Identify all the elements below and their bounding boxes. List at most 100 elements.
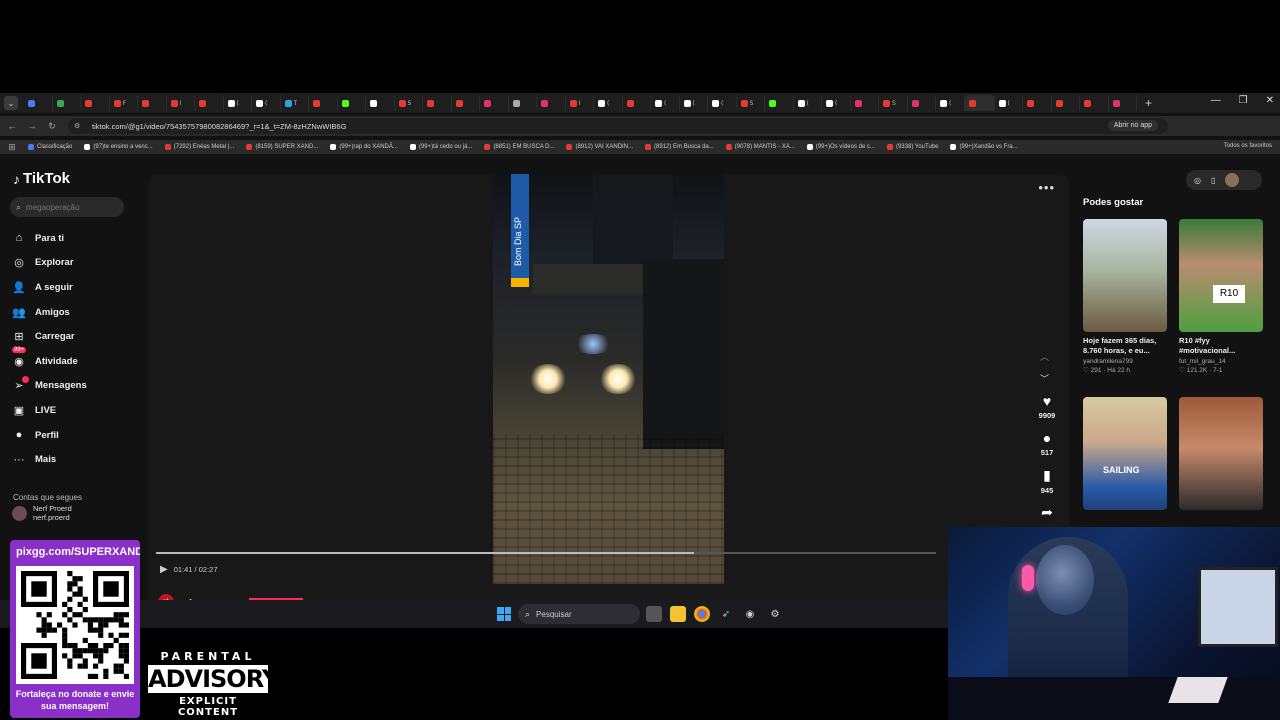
- browser-tab[interactable]: (: [794, 95, 822, 111]
- sidebar-item-carregar[interactable]: ⊞ Carregar: [12, 324, 87, 349]
- file-explorer-icon[interactable]: [670, 606, 686, 622]
- compass-small-icon[interactable]: ◎: [1194, 176, 1201, 185]
- comment-button[interactable]: ● 517: [1034, 430, 1060, 457]
- close-window-icon[interactable]: ✕: [1266, 95, 1274, 106]
- settings-icon[interactable]: ⚙: [767, 606, 783, 622]
- browser-tab[interactable]: T: [281, 95, 309, 111]
- bookmark-item[interactable]: (97)te ensino a venc...: [84, 144, 153, 150]
- chrome-icon[interactable]: [694, 606, 710, 622]
- browser-tab[interactable]: (: [936, 95, 965, 111]
- browser-tab[interactable]: [851, 95, 879, 111]
- sidebar-item-a-seguir[interactable]: 👤 A seguir: [12, 275, 87, 300]
- browser-tab[interactable]: [908, 95, 936, 111]
- browser-tab[interactable]: S: [395, 95, 423, 111]
- browser-tab[interactable]: (: [822, 95, 851, 111]
- browser-tab[interactable]: [1109, 95, 1137, 111]
- windows-start-icon[interactable]: [497, 607, 511, 621]
- previous-video-icon[interactable]: ︿: [1040, 350, 1049, 363]
- sidebar-item-atividade[interactable]: ◉ Atividade 99+: [12, 346, 87, 374]
- save-button[interactable]: ▮ 945: [1034, 467, 1060, 495]
- browser-tab[interactable]: [623, 95, 651, 111]
- browser-tab[interactable]: [480, 95, 509, 111]
- browser-tab[interactable]: [537, 95, 566, 111]
- browser-tab[interactable]: [366, 95, 395, 111]
- all-bookmarks-button[interactable]: Todos os favoritos: [1224, 143, 1272, 149]
- browser-tab[interactable]: (: [594, 95, 623, 111]
- search-input[interactable]: [26, 202, 115, 212]
- play-icon[interactable]: ▶: [160, 564, 168, 575]
- steam-icon[interactable]: ◉: [742, 606, 758, 622]
- browser-tab[interactable]: [1023, 95, 1052, 111]
- browser-tab[interactable]: (: [680, 95, 708, 111]
- browser-tab[interactable]: (: [651, 95, 680, 111]
- address-bar[interactable]: ⚙ tiktok.com/@g1/video/75435757980082864…: [68, 118, 1168, 134]
- browser-tab[interactable]: (: [995, 95, 1023, 111]
- next-video-icon[interactable]: ﹀: [1040, 372, 1049, 385]
- app-icon[interactable]: ➶: [718, 606, 734, 622]
- new-tab-button[interactable]: +: [1145, 96, 1152, 110]
- taskbar-search[interactable]: ⌕ Pesquisar: [518, 604, 640, 624]
- share-button[interactable]: ➦: [1034, 504, 1060, 521]
- sidebar-item-live[interactable]: ▣ LIVE: [12, 398, 87, 423]
- sidebar-item-mais[interactable]: ··· Mais: [12, 447, 87, 472]
- recommended-video[interactable]: R10 R10 #fyy #motivacional... fut_mil_gr…: [1179, 219, 1263, 374]
- browser-tab[interactable]: (: [708, 95, 737, 111]
- browser-tab[interactable]: S: [879, 95, 908, 111]
- bookmark-item[interactable]: (9078) MANTIS - XA...: [725, 144, 795, 150]
- like-button[interactable]: ♥ 9909: [1034, 393, 1060, 420]
- browser-tab[interactable]: I: [167, 95, 195, 111]
- sidebar-item-para-ti[interactable]: ⌂ Para ti: [12, 226, 87, 251]
- browser-tab[interactable]: [24, 95, 53, 111]
- reload-icon[interactable]: ↻: [44, 121, 60, 132]
- bookmark-item[interactable]: (7292) Enéas Metal |...: [164, 144, 234, 150]
- tiktok-logo[interactable]: ♪ TikTok: [13, 170, 70, 187]
- restore-icon[interactable]: ❐: [1239, 95, 1248, 106]
- browser-tab[interactable]: [765, 95, 794, 111]
- site-info-icon[interactable]: ⚙: [74, 122, 86, 130]
- minimize-icon[interactable]: —: [1211, 95, 1221, 106]
- url-text[interactable]: tiktok.com/@g1/video/7543575798008286469…: [92, 122, 346, 131]
- open-in-app-button[interactable]: Abrir no app: [1107, 120, 1158, 131]
- tab-search-button[interactable]: ⌄: [4, 96, 18, 110]
- browser-tab[interactable]: [338, 95, 366, 111]
- browser-tab[interactable]: [309, 95, 338, 111]
- video-player[interactable]: Bom Dia SP ••• ︿ ﹀ ♥ 9909 ● 517 ▮ 945 ➦: [148, 174, 1069, 628]
- search-bar[interactable]: ⌕: [10, 197, 124, 217]
- bookmark-item[interactable]: (8851) EM BUSCA D...: [484, 144, 554, 150]
- browser-tab[interactable]: (: [252, 95, 281, 111]
- browser-tab[interactable]: [195, 95, 224, 111]
- bookmark-item[interactable]: (99+)rap do XANDÃ...: [330, 144, 398, 150]
- bookmark-item[interactable]: (8912) Em Busca da...: [645, 144, 714, 150]
- browser-tab[interactable]: [1080, 95, 1109, 111]
- bookmark-item[interactable]: (9338) YouTube: [886, 144, 938, 150]
- browser-tab[interactable]: (: [224, 95, 252, 111]
- bookmark-item[interactable]: (99+)tá cedo ou já...: [409, 144, 472, 150]
- bookmark-item[interactable]: (8912) VAI XANDIN...: [566, 144, 633, 150]
- bookmark-item[interactable]: (99+)Xandão vs Fra...: [950, 144, 1018, 150]
- sidebar-item-mensagens[interactable]: ➢ Mensagens: [12, 374, 87, 399]
- apps-grid-icon[interactable]: ⊞: [4, 142, 20, 153]
- browser-tab[interactable]: [509, 95, 537, 111]
- more-options-icon[interactable]: •••: [1038, 180, 1055, 195]
- sidebar-item-explorar[interactable]: ◎ Explorar: [12, 251, 87, 276]
- browser-tab[interactable]: [138, 95, 167, 111]
- browser-tab[interactable]: S: [737, 95, 765, 111]
- forward-icon[interactable]: →: [24, 121, 40, 131]
- browser-tab[interactable]: [53, 95, 81, 111]
- task-view-icon[interactable]: [646, 606, 662, 622]
- browser-tab[interactable]: [452, 95, 480, 111]
- browser-tab[interactable]: F: [110, 95, 138, 111]
- browser-tab[interactable]: [81, 95, 110, 111]
- recommended-video[interactable]: [1179, 397, 1263, 510]
- back-icon[interactable]: ←: [4, 121, 20, 131]
- sidebar-item-amigos[interactable]: 👥 Amigos: [12, 300, 87, 325]
- recommended-video[interactable]: SAILING: [1083, 397, 1167, 510]
- device-icon[interactable]: ▯: [1211, 176, 1215, 185]
- user-avatar[interactable]: [1225, 173, 1240, 187]
- sidebar-item-perfil[interactable]: ● Perfil: [12, 423, 87, 448]
- bookmark-item[interactable]: Classificação: [28, 144, 72, 150]
- following-account-item[interactable]: Nerf Proerd nerf.proerd: [12, 504, 72, 522]
- browser-tab[interactable]: [423, 95, 452, 111]
- video-frame[interactable]: Bom Dia SP: [493, 174, 724, 584]
- browser-tab[interactable]: I: [566, 95, 594, 111]
